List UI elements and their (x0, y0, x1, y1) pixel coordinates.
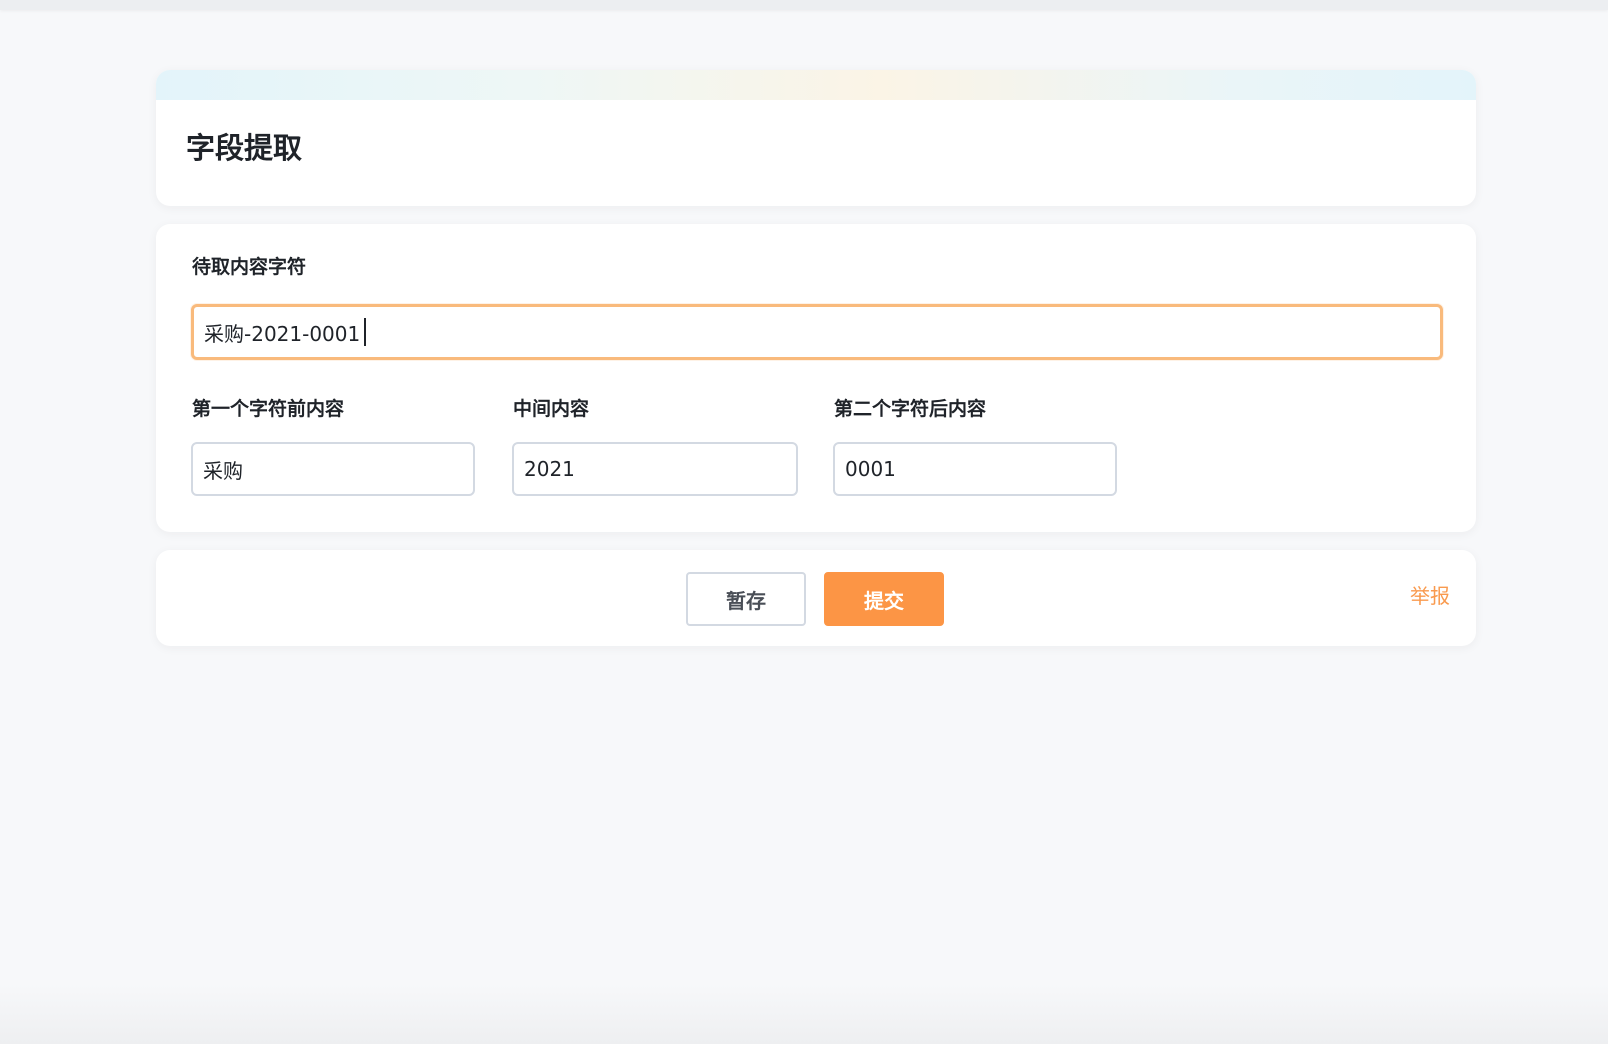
title-banner (156, 70, 1476, 100)
middle-part-input[interactable] (512, 442, 798, 496)
last-part-label: 第二个字符后内容 (834, 398, 987, 420)
first-part-label: 第一个字符前内容 (192, 398, 345, 420)
form-card: 待取内容字符 第一个字符前内容 中间内容 第二个字符后内容 (156, 224, 1476, 532)
action-card: 暂存 提交 举报 (156, 550, 1476, 646)
middle-part-label: 中间内容 (513, 398, 590, 420)
bottom-shade (0, 984, 1608, 1044)
source-input[interactable] (191, 304, 1443, 360)
text-caret (364, 318, 366, 346)
title-card: 字段提取 (156, 70, 1476, 206)
page-title: 字段提取 (186, 131, 303, 165)
submit-button[interactable]: 提交 (824, 572, 944, 626)
top-bar (0, 0, 1608, 10)
source-field-label: 待取内容字符 (192, 256, 307, 278)
first-part-input[interactable] (191, 442, 475, 496)
last-part-input[interactable] (833, 442, 1117, 496)
save-draft-button[interactable]: 暂存 (686, 572, 806, 626)
report-link[interactable]: 举报 (1410, 586, 1450, 606)
